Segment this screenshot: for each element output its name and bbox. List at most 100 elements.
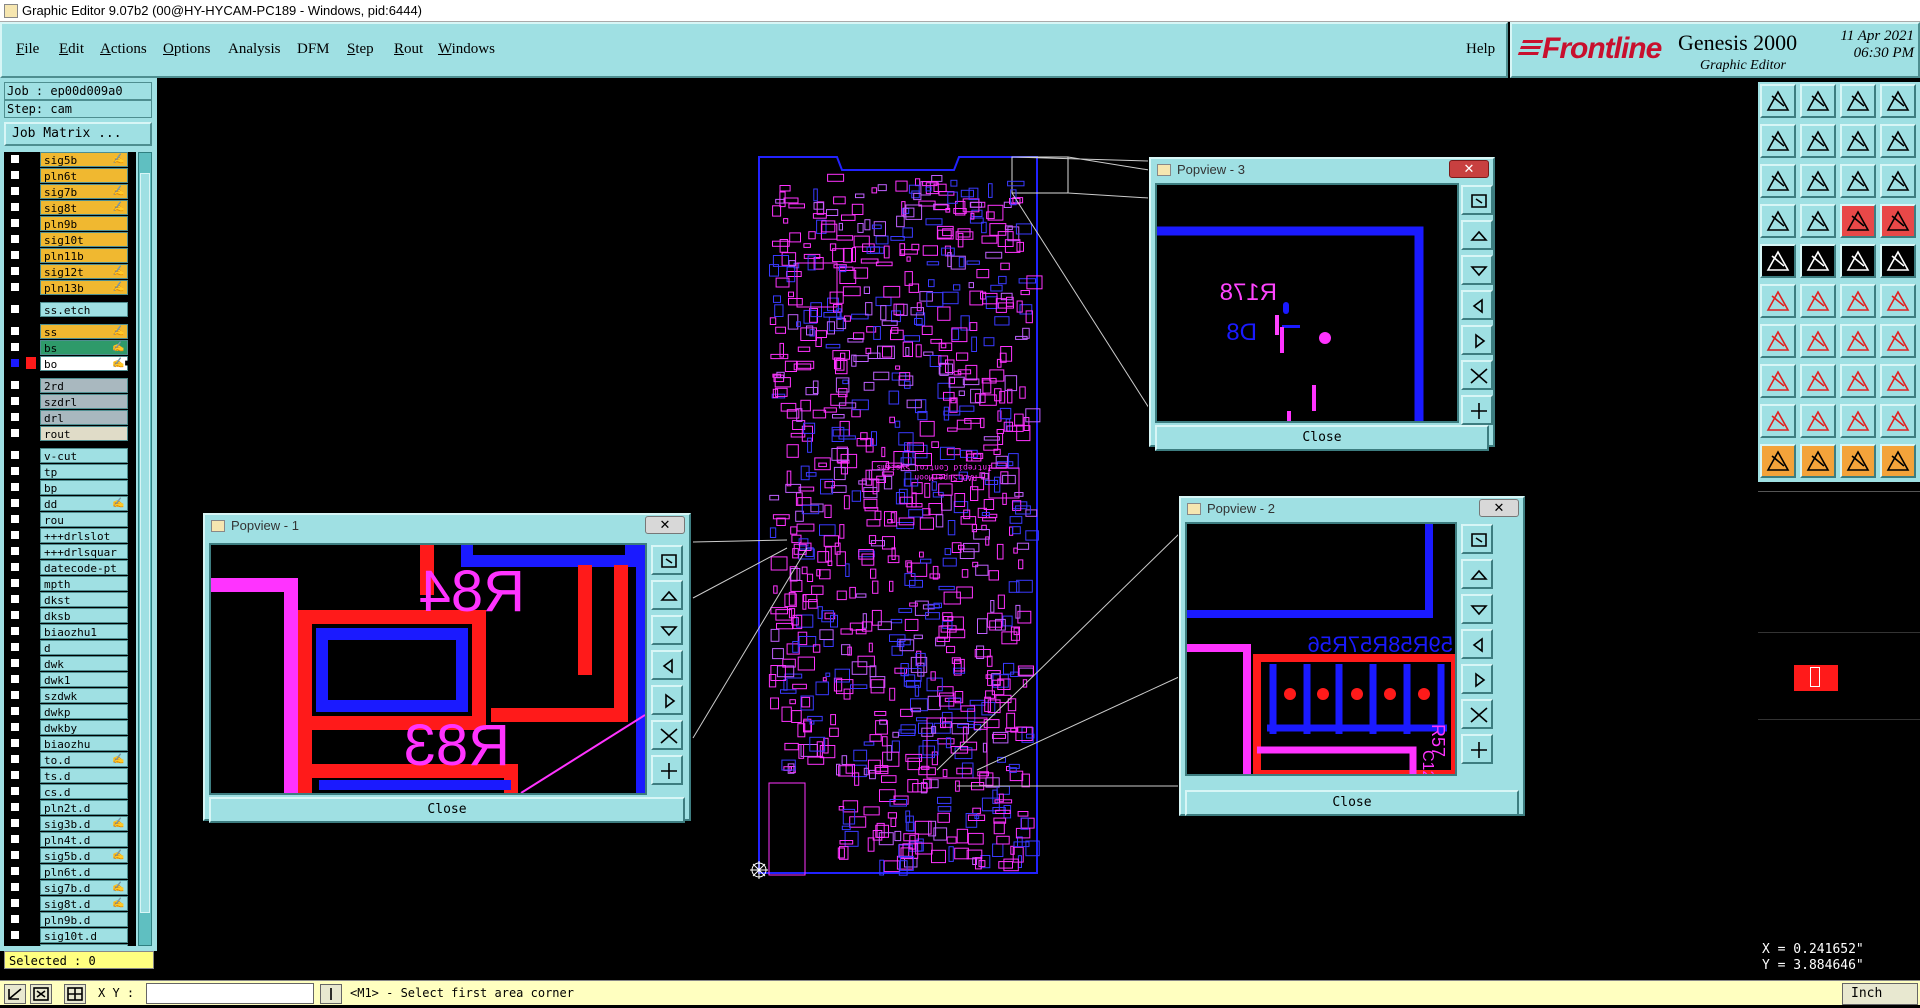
layer-row-pln9b-d[interactable]: pln9b.d <box>4 912 136 927</box>
layer-row-sig7b-d[interactable]: sig7b.d ✍ <box>4 880 136 895</box>
layer-name[interactable]: 2rd <box>40 378 128 393</box>
layer-row-sig7b[interactable]: sig7b ✍ <box>4 184 136 199</box>
layer-row-datecode-pt[interactable]: datecode-pt <box>4 560 136 575</box>
zoom-home-icon[interactable] <box>651 755 683 785</box>
layer-name[interactable]: +++drlsquar <box>40 544 128 559</box>
menu-rout[interactable]: Rout <box>394 41 423 58</box>
layer-row-pln6t-d[interactable]: pln6t.d <box>4 864 136 879</box>
layer-row-bs[interactable]: bs ✍ <box>4 340 136 355</box>
layer-checkbox[interactable] <box>10 658 20 668</box>
mirror-icon[interactable] <box>1840 124 1876 158</box>
pan-left-icon[interactable] <box>1461 290 1493 320</box>
layer-color-swatch[interactable] <box>26 357 36 369</box>
layer-list-scrollbar[interactable] <box>138 152 152 946</box>
layer-name[interactable]: biaozhu1 <box>40 624 128 639</box>
route-icon[interactable] <box>1880 444 1916 478</box>
redraw-icon[interactable] <box>1880 124 1916 158</box>
layer-row-dwkp[interactable]: dwkp <box>4 704 136 719</box>
layer-row-rout[interactable]: rout <box>4 426 136 441</box>
arc-icon[interactable] <box>1840 324 1876 358</box>
layer-name[interactable]: dwkp <box>40 704 128 719</box>
pan-down-icon[interactable] <box>1461 255 1493 285</box>
unit-selector[interactable]: Inch <box>1842 983 1918 1005</box>
layer-name[interactable]: rout <box>40 426 128 441</box>
layer-row-dd[interactable]: dd ✍ <box>4 496 136 511</box>
layer-checkbox[interactable] <box>10 396 20 406</box>
layer-row-rou[interactable]: rou <box>4 512 136 527</box>
layer-name[interactable]: dkst <box>40 592 128 607</box>
layer-checkbox[interactable] <box>10 250 20 260</box>
layer-checkbox[interactable] <box>10 154 20 164</box>
select-icon[interactable] <box>1800 444 1836 478</box>
layer-row-drl[interactable]: drl <box>4 410 136 425</box>
layer-name[interactable]: pln6t.d <box>40 864 128 879</box>
layer-row-sig5b[interactable]: sig5b ✍ <box>4 152 136 167</box>
layer-checkbox[interactable] <box>10 412 20 422</box>
layer-checkbox[interactable] <box>10 610 20 620</box>
layer-checkbox[interactable] <box>10 326 20 336</box>
pointer-icon[interactable] <box>1760 444 1796 478</box>
layer-name[interactable]: biaozhu <box>40 736 128 751</box>
layer-name[interactable]: mpth <box>40 576 128 591</box>
layer-row-sig5b-d[interactable]: sig5b.d ✍ <box>4 848 136 863</box>
layer-name[interactable]: pln11b.d <box>40 944 128 946</box>
layer-name[interactable]: ts.d <box>40 768 128 783</box>
horizontal-line-icon[interactable] <box>1800 364 1836 398</box>
layer-name[interactable]: datecode-pt <box>40 560 128 575</box>
popview-2-close-button[interactable]: Close <box>1185 790 1519 816</box>
layer-checkbox[interactable] <box>10 802 20 812</box>
pan-up-icon[interactable] <box>651 580 683 610</box>
layer-checkbox[interactable] <box>10 514 20 524</box>
menu-edit[interactable]: Edit <box>59 41 84 58</box>
pan-left-icon[interactable] <box>651 650 683 680</box>
menu-options[interactable]: Options <box>163 41 211 58</box>
zoom-in-icon[interactable] <box>1461 185 1493 215</box>
layer-row-sig12t[interactable]: sig12t ✍ <box>4 264 136 279</box>
layer-name[interactable]: dwk <box>40 656 128 671</box>
pan-up-icon[interactable] <box>1461 220 1493 250</box>
job-matrix-button[interactable]: Job Matrix ... <box>4 122 152 146</box>
xy-input[interactable] <box>146 983 314 1004</box>
board-view-icon[interactable] <box>1760 84 1796 118</box>
select-mode-icon[interactable] <box>4 984 26 1004</box>
menu-windows[interactable]: Windows <box>438 41 495 58</box>
scale-1to2-icon[interactable] <box>1840 164 1876 198</box>
popview-1[interactable]: Popview - 1 ✕ R84 R83 Close <box>203 513 691 823</box>
layer-row-dwk[interactable]: dwk <box>4 656 136 671</box>
layer-name[interactable]: szdwk <box>40 688 128 703</box>
pan-right-icon[interactable] <box>1461 325 1493 355</box>
scrollbar-thumb[interactable] <box>140 173 150 913</box>
layer-row-sig10t-d[interactable]: sig10t.d <box>4 928 136 943</box>
popview-3-close-x[interactable]: ✕ <box>1449 160 1489 178</box>
layer-row-pln11b[interactable]: pln11b <box>4 248 136 263</box>
zoom-out-icon[interactable] <box>1461 360 1493 390</box>
triangle-icon[interactable] <box>1760 404 1796 438</box>
grid-icon[interactable] <box>64 984 86 1004</box>
layer-row-pln13b[interactable]: pln13b ✍ <box>4 280 136 295</box>
layer-name[interactable]: dksb <box>40 608 128 623</box>
overview-map[interactable] <box>1758 491 1920 941</box>
layer-row-pln9b[interactable]: pln9b <box>4 216 136 231</box>
layer-row-pln2t-d[interactable]: pln2t.d <box>4 800 136 815</box>
layer-checkbox[interactable] <box>10 304 20 314</box>
layer-checkbox[interactable] <box>10 218 20 228</box>
popview-3-canvas[interactable]: R178 D8 <box>1155 183 1459 423</box>
layer-name[interactable]: pln9b <box>40 216 128 231</box>
right-snap-icon[interactable] <box>1800 124 1836 158</box>
layer-row-szdwk[interactable]: szdwk <box>4 688 136 703</box>
center-icon[interactable] <box>1840 364 1876 398</box>
add-pad-icon[interactable] <box>1760 244 1796 278</box>
layer-row-szdrl[interactable]: szdrl <box>4 394 136 409</box>
snap-node-icon[interactable] <box>1760 364 1796 398</box>
layer-checkbox[interactable] <box>10 546 20 556</box>
layer-row-dkst[interactable]: dkst <box>4 592 136 607</box>
layer-row-cs-d[interactable]: cs.d <box>4 784 136 799</box>
cross-icon[interactable] <box>1800 284 1836 318</box>
layer-row-ss[interactable]: ss ✍ <box>4 324 136 339</box>
menu-help[interactable]: Help <box>1466 41 1495 58</box>
slash-line-icon[interactable] <box>1800 324 1836 358</box>
layer-checkbox[interactable] <box>10 186 20 196</box>
pan-down-icon[interactable] <box>651 615 683 645</box>
layer-name[interactable]: pln6t <box>40 168 128 183</box>
layer-row-pln4t-d[interactable]: pln4t.d <box>4 832 136 847</box>
